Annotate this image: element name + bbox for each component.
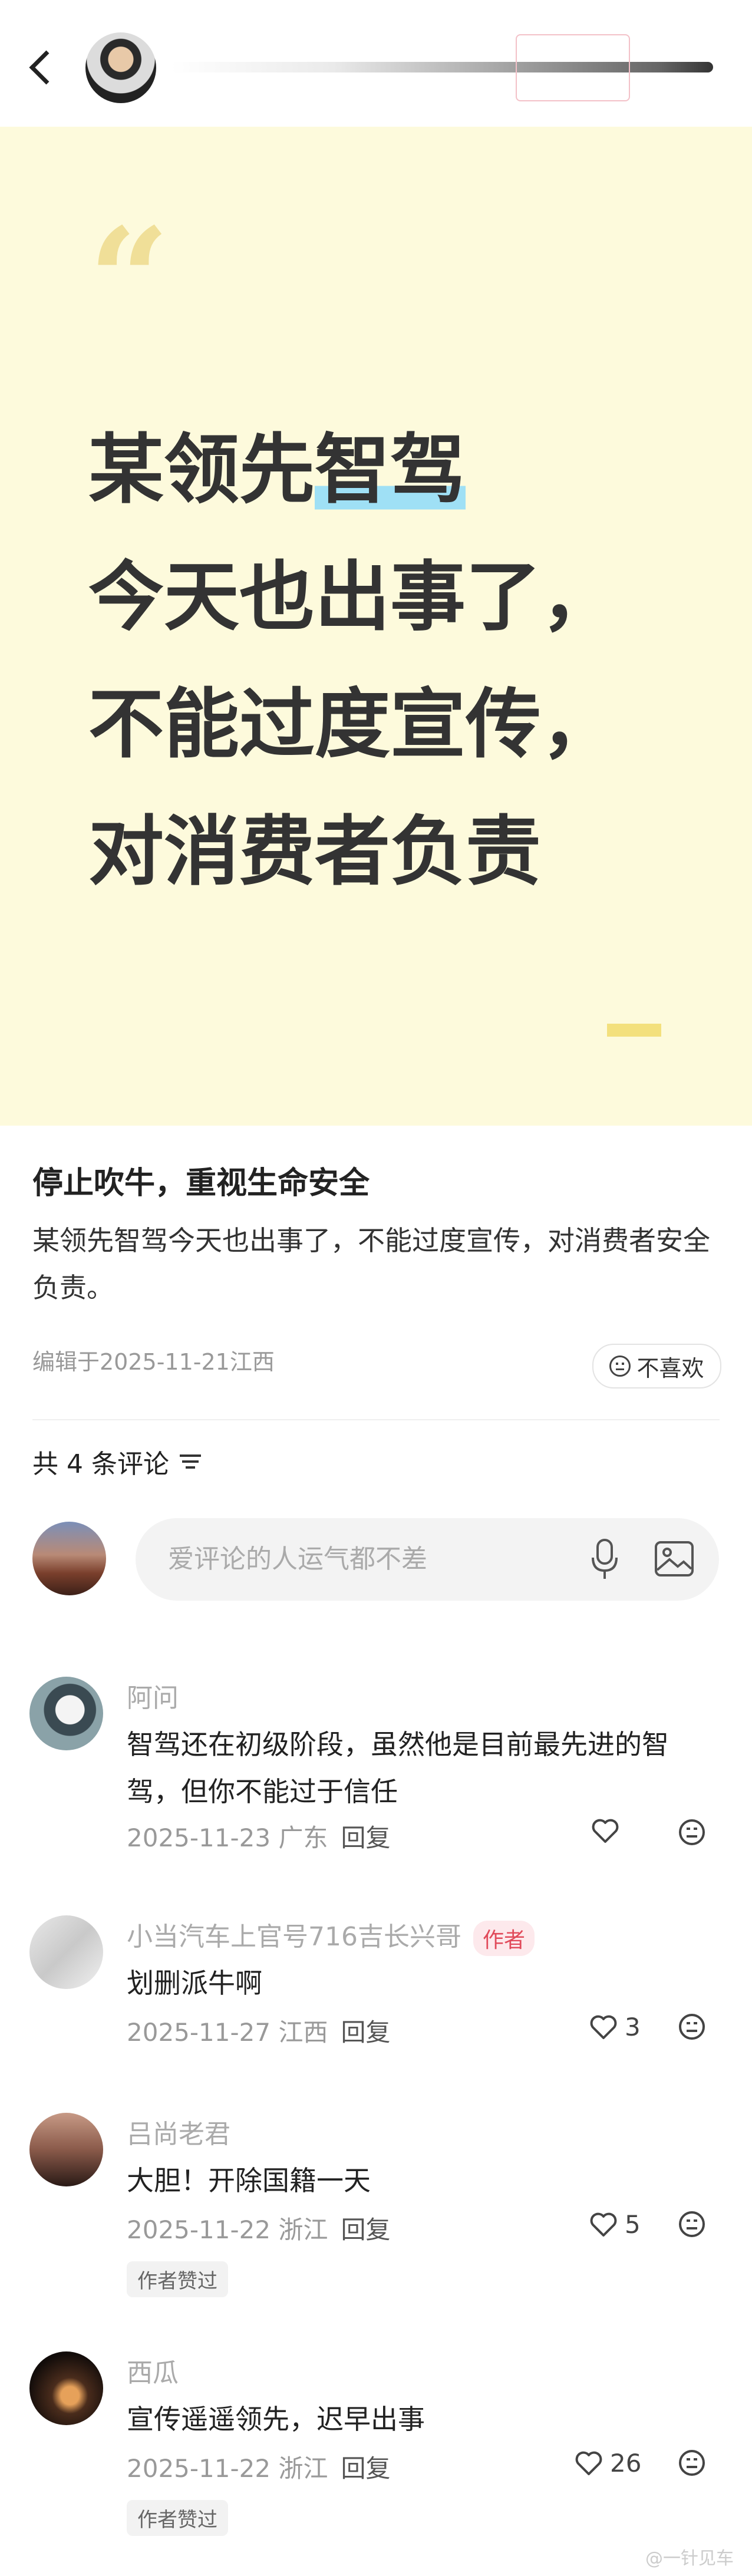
commenter-name-text: 西瓜 — [127, 2358, 179, 2388]
top-bar — [0, 0, 752, 127]
hero-text: 某领先智驾 今天也出事了， 不能过度宣传， 对消费者负责 — [88, 407, 616, 916]
like-button[interactable]: 3 — [589, 2013, 641, 2041]
my-avatar — [32, 1522, 106, 1595]
comment-text: 划删派牛啊 — [127, 1967, 262, 1999]
hero-line-2: 今天也出事了， — [88, 553, 617, 641]
hero-dash-decoration — [607, 1024, 661, 1037]
reply-button[interactable]: 回复 — [341, 2215, 390, 2244]
hero-card: “ 某领先智驾 今天也出事了， 不能过度宣传， 对消费者负责 — [0, 127, 752, 1126]
hero-line-3: 不能过度宣传， — [88, 681, 617, 768]
comment-count[interactable]: 共 4 条评论 — [32, 1443, 201, 1480]
author-liked-tag: 作者赞过 — [127, 2500, 228, 2536]
commenter-name-text: 小当汽车上官号716吉长兴哥 — [127, 1922, 461, 1952]
comment-location: 浙江 — [278, 2454, 328, 2483]
heart-icon — [590, 2015, 617, 2039]
author-name[interactable] — [171, 53, 713, 79]
post-title: 停止吹牛，重视生命安全 — [32, 1166, 370, 1201]
comment-date: 2025-11-27 — [127, 2018, 271, 2047]
commenter-avatar[interactable] — [29, 2351, 103, 2425]
neutral-face-icon[interactable] — [678, 2449, 706, 2477]
author-avatar[interactable] — [85, 32, 156, 103]
heart-icon — [592, 1819, 619, 1843]
comment-text: 智驾还在初级阶段，虽然他是目前最先进的智驾，但你不能过于信任 — [127, 1729, 669, 1808]
comment-meta: 2025-11-23 广东 回复 — [127, 1818, 390, 1854]
hero-line-1: 某领先智驾 — [88, 407, 616, 534]
commenter-avatar[interactable] — [29, 1915, 103, 1989]
comment-meta: 2025-11-22 浙江 回复 — [127, 2210, 390, 2246]
neutral-face-icon[interactable] — [678, 1818, 706, 1846]
follow-button[interactable] — [516, 34, 630, 101]
like-button[interactable]: 26 — [575, 2449, 641, 2478]
like-count: 3 — [625, 2013, 641, 2041]
commenter-name[interactable]: 阿问 — [127, 1677, 179, 1714]
commenter-name[interactable]: 吕尚老君 — [127, 2113, 230, 2150]
reply-button[interactable]: 回复 — [341, 2454, 390, 2483]
neutral-face-icon[interactable] — [678, 2013, 706, 2041]
sort-icon[interactable] — [179, 1453, 201, 1470]
neutral-face-icon — [609, 1355, 631, 1377]
like-count: 5 — [625, 2210, 641, 2239]
quote-mark-icon: “ — [88, 197, 170, 363]
commenter-name[interactable]: 小当汽车上官号716吉长兴哥 作者 — [127, 1915, 535, 1956]
post-body: 某领先智驾今天也出事了，不能过度宣传，对消费者安全负责。 — [32, 1225, 710, 1304]
comment-location: 浙江 — [278, 2215, 328, 2244]
microphone-icon[interactable] — [589, 1539, 620, 1580]
comment-location: 江西 — [278, 2018, 328, 2047]
dislike-button[interactable]: 不喜欢 — [592, 1344, 721, 1388]
dislike-label: 不喜欢 — [636, 1355, 704, 1381]
image-icon[interactable] — [654, 1541, 694, 1577]
chevron-left-icon — [29, 50, 64, 85]
hero-line-4: 对消费者负责 — [88, 808, 542, 896]
like-button[interactable] — [591, 1818, 626, 1844]
neutral-face-icon[interactable] — [678, 2210, 706, 2238]
comment-meta: 2025-11-27 江西 回复 — [127, 2013, 390, 2049]
commenter-avatar[interactable] — [29, 2113, 103, 2186]
reply-button[interactable]: 回复 — [341, 2018, 390, 2047]
comment-meta: 2025-11-22 浙江 回复 — [127, 2449, 390, 2485]
author-badge: 作者 — [473, 1921, 535, 1956]
comment-input[interactable]: 爱评论的人运气都不差 — [136, 1518, 719, 1601]
comment-date: 2025-11-22 — [127, 2215, 271, 2244]
hero-highlight: 智驾 — [315, 426, 466, 514]
comment-text: 宣传遥遥领先，迟早出事 — [127, 2403, 425, 2435]
like-button[interactable]: 5 — [589, 2210, 641, 2239]
divider — [32, 1419, 720, 1420]
back-button[interactable] — [24, 41, 65, 94]
comment-count-label: 共 4 条评论 — [32, 1449, 169, 1479]
comment-date: 2025-11-22 — [127, 2454, 271, 2483]
like-count: 26 — [610, 2449, 642, 2478]
comment-text: 大胆！开除国籍一天 — [127, 2165, 371, 2196]
comment-location: 广东 — [278, 1823, 328, 1852]
hero-line-1a: 某领先 — [88, 426, 315, 514]
reply-button[interactable]: 回复 — [341, 1823, 390, 1852]
heart-icon — [575, 2451, 602, 2475]
commenter-name-text: 阿问 — [127, 1683, 179, 1713]
heart-icon — [590, 2212, 617, 2237]
comment-date: 2025-11-23 — [127, 1823, 271, 1852]
commenter-name[interactable]: 西瓜 — [127, 2351, 179, 2389]
watermark: @一针见车 — [645, 2548, 734, 2569]
comment-input-placeholder: 爱评论的人运气都不差 — [168, 1544, 427, 1574]
commenter-avatar[interactable] — [29, 1677, 103, 1750]
commenter-name-text: 吕尚老君 — [127, 2119, 230, 2149]
post-meta: 编辑于2025-11-21江西 — [32, 1349, 275, 1375]
author-liked-tag: 作者赞过 — [127, 2261, 228, 2297]
